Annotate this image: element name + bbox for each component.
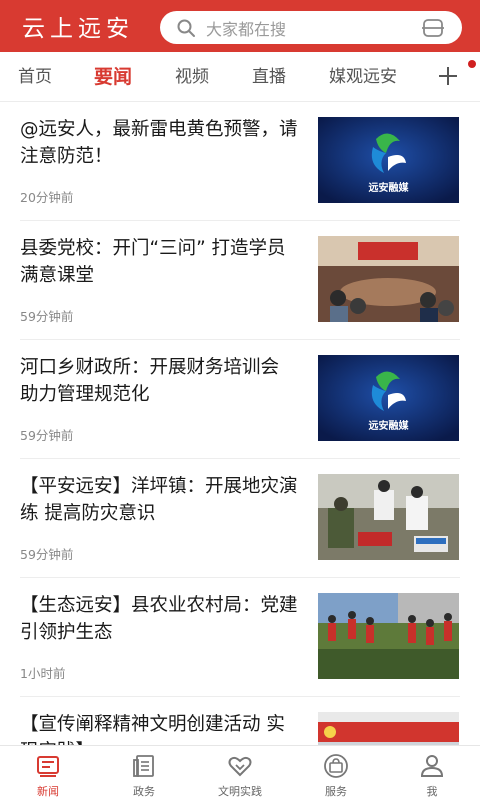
nav-label: 政务: [133, 785, 155, 798]
news-time: 1小时前: [20, 666, 66, 681]
tab-live[interactable]: 直播: [252, 52, 286, 102]
heart-icon: [228, 756, 252, 777]
bottom-navigation: 新闻 政务 文明实践 服务 我: [0, 745, 480, 800]
news-thumbnail: [318, 593, 459, 679]
news-title: 【宣传阐释精神文明创建活动 实现实践】...: [20, 714, 285, 745]
news-title: 【生态远安】县农业农村局：党建引领护生态: [20, 595, 298, 643]
tab-headlines[interactable]: 要闻: [94, 52, 132, 102]
notification-dot: [468, 60, 476, 68]
tab-video[interactable]: 视频: [175, 52, 209, 102]
news-item[interactable]: 【宣传阐释精神文明创建活动 实现实践】...: [20, 697, 460, 745]
add-channel-icon[interactable]: [436, 64, 460, 88]
nav-label: 新闻: [37, 785, 59, 798]
tab-home[interactable]: 首页: [18, 52, 52, 102]
channel-tabs: 首页 要闻 视频 直播 媒观远安: [0, 52, 480, 102]
nav-government[interactable]: 政务: [104, 746, 184, 800]
nav-label: 服务: [325, 785, 347, 798]
government-icon: [133, 755, 154, 777]
search-placeholder: 大家都在搜: [206, 19, 287, 39]
nav-service[interactable]: 服务: [296, 746, 376, 800]
news-item[interactable]: 【生态远安】县农业农村局：党建引领护生态 1小时前: [20, 578, 460, 697]
news-time: 59分钟前: [20, 547, 74, 562]
nav-news[interactable]: 新闻: [8, 746, 88, 800]
nav-me[interactable]: 我: [392, 746, 472, 800]
news-thumbnail: 远安融媒: [318, 117, 459, 203]
news-thumbnail: [318, 474, 459, 560]
news-list: @远安人，最新雷电黄色预警，请注意防范！ 20分钟前 远安融媒 县委党校：开门“…: [0, 102, 480, 745]
news-title: 河口乡财政所：开展财务培训会 助力管理规范化: [20, 357, 280, 405]
thumb-logo-text: 远安融媒: [369, 419, 410, 432]
news-title: 县委党校：开门“三问” 打造学员满意课堂: [20, 238, 286, 286]
news-thumbnail: 远安融媒: [318, 355, 459, 441]
news-icon: [37, 756, 59, 777]
scan-icon[interactable]: [422, 18, 444, 37]
news-time: 20分钟前: [20, 190, 74, 205]
news-time: 59分钟前: [20, 309, 74, 324]
user-icon: [420, 755, 444, 777]
news-item[interactable]: 【平安远安】洋坪镇：开展地灾演练 提高防灾意识 59分钟前: [20, 459, 460, 578]
app-title: 云上远安: [22, 16, 134, 42]
search-icon: [177, 19, 195, 37]
search-bar[interactable]: 大家都在搜: [160, 11, 462, 44]
news-thumbnail: [318, 236, 459, 322]
news-time: 59分钟前: [20, 428, 74, 443]
nav-civilization[interactable]: 文明实践: [200, 746, 280, 800]
service-bag-icon: [324, 754, 348, 778]
tab-media[interactable]: 媒观远安: [329, 52, 397, 102]
news-title: @远安人，最新雷电黄色预警，请注意防范！: [20, 119, 298, 167]
nav-label: 文明实践: [218, 785, 262, 798]
thumb-logo-text: 远安融媒: [369, 181, 410, 194]
news-thumbnail: [318, 712, 459, 745]
nav-label: 我: [426, 785, 438, 798]
news-item[interactable]: 县委党校：开门“三问” 打造学员满意课堂 59分钟前: [20, 221, 460, 340]
news-title: 【平安远安】洋坪镇：开展地灾演练 提高防灾意识: [20, 476, 298, 524]
news-item[interactable]: @远安人，最新雷电黄色预警，请注意防范！ 20分钟前 远安融媒: [20, 102, 460, 221]
top-header: 云上远安 大家都在搜: [0, 0, 480, 52]
news-item[interactable]: 河口乡财政所：开展财务培训会 助力管理规范化 59分钟前 远安融媒: [20, 340, 460, 459]
